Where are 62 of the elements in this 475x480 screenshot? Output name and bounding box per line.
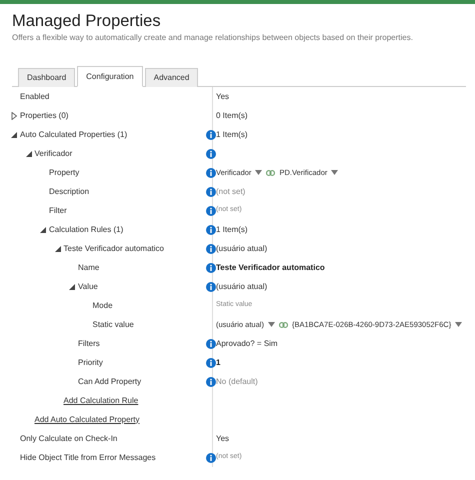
property-label: Filters xyxy=(78,338,100,350)
info-icon[interactable] xyxy=(206,206,216,216)
tab[interactable]: Dashboard xyxy=(18,68,76,87)
property-value: Yes xyxy=(216,432,230,444)
info-icon[interactable] xyxy=(206,452,216,462)
property-label: Properties (0) xyxy=(20,110,68,122)
expanded-arrow-icon[interactable] xyxy=(54,244,62,252)
property-label: Name xyxy=(78,262,100,274)
caret-icon[interactable] xyxy=(455,322,462,327)
info-icon[interactable] xyxy=(206,376,216,386)
info-icon[interactable] xyxy=(206,358,216,368)
tab[interactable]: Advanced xyxy=(144,68,198,87)
info-icon[interactable] xyxy=(206,130,216,140)
page-title: Managed Properties xyxy=(12,11,162,32)
info-icon[interactable] xyxy=(206,186,216,196)
expanded-arrow-icon[interactable] xyxy=(68,282,76,290)
info-icon[interactable] xyxy=(206,338,216,348)
property-value: Teste Verificador automatico xyxy=(216,262,325,274)
property-label: Value xyxy=(78,280,98,292)
caret-icon[interactable] xyxy=(268,322,275,327)
info-icon[interactable] xyxy=(206,244,216,254)
add-link[interactable]: Add Calculation Rule xyxy=(64,394,138,406)
property-label: Teste Verificador automatico xyxy=(64,242,164,254)
caret-icon[interactable] xyxy=(331,170,338,175)
property-value: (usuário atual) xyxy=(216,242,268,254)
property-value: Aprovado? = Sim xyxy=(216,338,278,350)
property-label: Can Add Property xyxy=(78,376,142,388)
info-icon[interactable] xyxy=(206,148,216,158)
property-value: 0 Item(s) xyxy=(216,110,248,122)
collapsed-arrow-icon[interactable] xyxy=(10,112,18,120)
property-label: Static value xyxy=(92,318,134,330)
property-value: Yes xyxy=(216,90,230,102)
property-label: Enabled xyxy=(20,90,50,102)
property-label: Verificador xyxy=(34,148,72,160)
link-icon xyxy=(278,322,288,328)
page-description: Offers a flexible way to automatically create and manage relationships between objects based on their properties. xyxy=(12,32,414,44)
info-icon[interactable] xyxy=(206,224,216,234)
info-icon[interactable] xyxy=(206,282,216,292)
property-label: Calculation Rules (1) xyxy=(49,224,124,236)
property-value: (not set) xyxy=(216,186,246,198)
property-label: Hide Object Title from Error Messages xyxy=(20,452,156,464)
property-label: Priority xyxy=(78,356,103,368)
property-value: (usuário atual) xyxy=(216,280,268,292)
property-label: Description xyxy=(49,186,90,198)
expanded-arrow-icon[interactable] xyxy=(39,226,47,234)
info-icon[interactable] xyxy=(206,168,216,178)
property-label: Mode xyxy=(92,300,113,312)
add-link[interactable]: Add Auto Calculated Property xyxy=(34,414,140,426)
property-value: No (default) xyxy=(216,376,258,388)
property-label: Auto Calculated Properties (1) xyxy=(20,128,128,140)
caret-icon[interactable] xyxy=(255,170,262,175)
property-value: 1 xyxy=(216,356,220,368)
property-label: Property xyxy=(49,166,80,178)
info-icon[interactable] xyxy=(206,262,216,272)
property-value: 1 Item(s) xyxy=(216,224,248,236)
tab[interactable]: Configuration xyxy=(77,66,143,87)
expanded-arrow-icon[interactable] xyxy=(10,130,18,138)
expanded-arrow-icon[interactable] xyxy=(24,150,32,158)
property-value: 1 Item(s) xyxy=(216,128,248,140)
link-icon xyxy=(266,170,276,176)
property-label: Filter xyxy=(49,204,67,216)
property-label: Only Calculate on Check-In xyxy=(20,432,118,444)
